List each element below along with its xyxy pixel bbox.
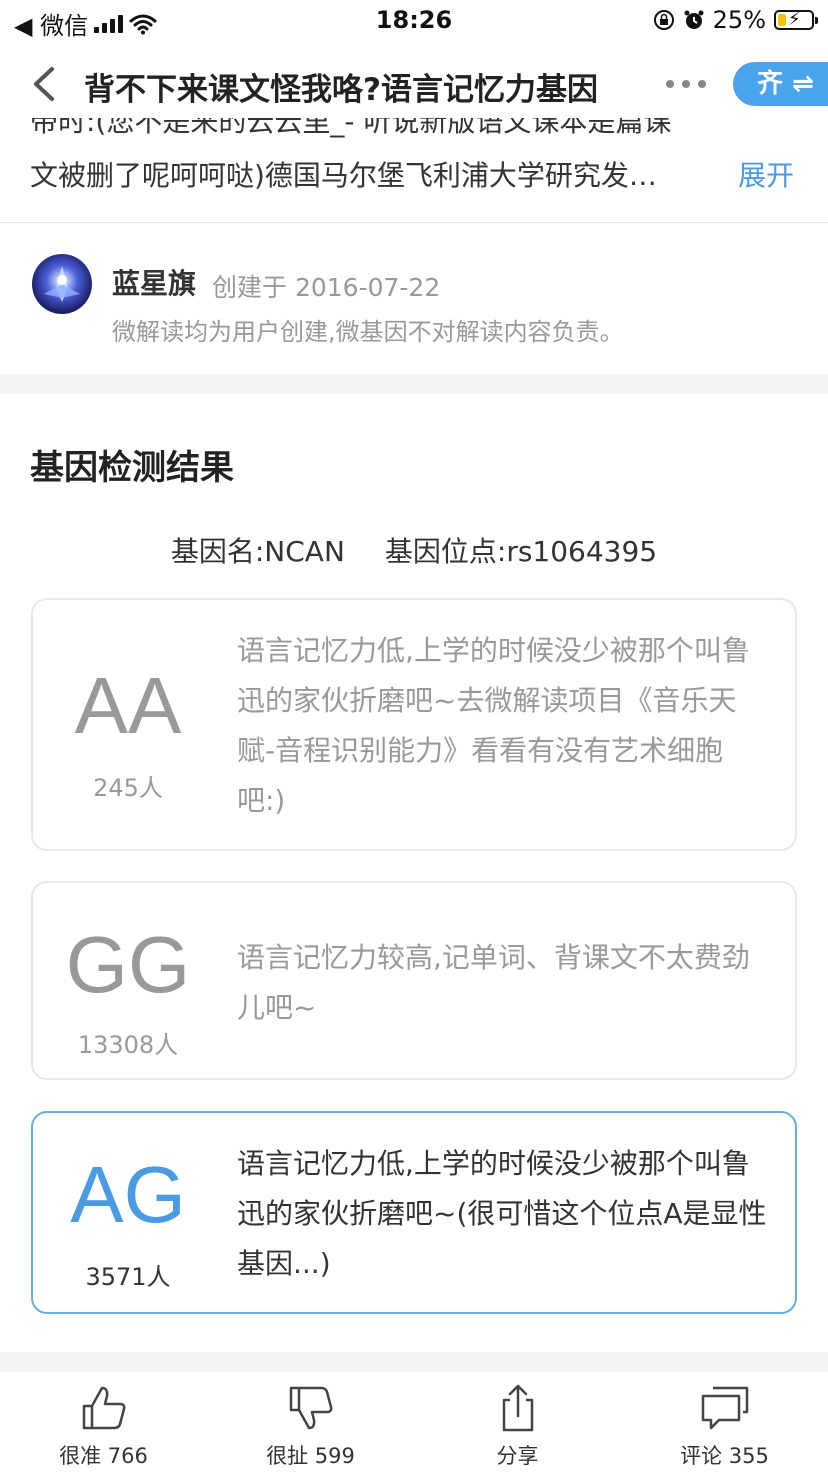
star-emblem-icon xyxy=(44,266,80,302)
disclaimer-text: 微解读均为用户创建,微基因不对解读内容负责。 xyxy=(112,318,624,346)
share-label: 分享 xyxy=(496,1444,539,1468)
expand-link[interactable]: 展开 xyxy=(738,154,794,194)
genotype-card-aa[interactable]: AA 245人 语言记忆力低,上学的时候没少被那个叫鲁迅的家伙折磨吧~去微解读项… xyxy=(31,598,797,851)
genotype-count: 3571人 xyxy=(85,1263,171,1291)
battery-percent: 25% xyxy=(712,6,766,34)
genotype-card-gg[interactable]: GG 13308人 语言记忆力较高,记单词、背课文不太费劲儿吧~ xyxy=(31,881,797,1080)
genotype-label: AA xyxy=(74,661,182,750)
battery-fill xyxy=(778,14,786,26)
section-separator xyxy=(0,374,828,394)
genotype-description: 语言记忆力低,上学的时候没少被那个叫鲁迅的家伙折磨吧~去微解读项目《音乐天赋-音… xyxy=(237,634,750,817)
section-separator xyxy=(0,1352,828,1372)
summary-line: 文被删了呢呵呵哒)德国马尔堡飞利浦大学研究发… xyxy=(30,159,657,192)
gene-name: 基因名:NCAN xyxy=(170,535,345,568)
qi-switch-button[interactable]: 齐 ⇌ xyxy=(733,62,828,106)
genotype-description: 语言记忆力低,上学的时候没少被那个叫鲁迅的家伙折磨吧~(很可惜这个位点A是显性基… xyxy=(237,1147,767,1280)
battery-icon: ⚡ xyxy=(774,9,818,30)
genotype-description: 语言记忆力较高,记单词、背课文不太费劲儿吧~ xyxy=(237,941,750,1024)
nav-bar: 背不下来课文怪我咯?语言记忆力基因 齐 ⇌ xyxy=(0,50,828,120)
like-label: 很准 766 xyxy=(59,1444,148,1468)
rotation-lock-icon xyxy=(653,10,674,30)
thumbs-up-icon xyxy=(82,1386,125,1430)
genotype-count: 13308人 xyxy=(77,1031,179,1059)
genotype-count: 245人 xyxy=(93,774,163,802)
gene-locus: 基因位点:rs1064395 xyxy=(384,535,658,568)
comment-button[interactable]: 评论 355 xyxy=(621,1372,828,1472)
status-right: 25% ⚡ xyxy=(653,6,818,34)
thumbs-down-icon xyxy=(289,1386,332,1430)
charging-bolt-icon: ⚡ xyxy=(788,9,801,30)
divider xyxy=(0,222,828,223)
genotype-card-ag-selected[interactable]: AG 3571人 语言记忆力低,上学的时候没少被那个叫鲁迅的家伙折磨吧~(很可惜… xyxy=(31,1111,797,1314)
back-arrow-icon[interactable] xyxy=(30,66,58,102)
bottom-action-bar: 很准 766 很扯 599 分享 评论 355 xyxy=(0,1372,828,1472)
status-bar: ◀ 微信 18:26 25% ⚡ xyxy=(0,0,828,44)
more-options-icon[interactable] xyxy=(666,80,706,88)
comment-label: 评论 355 xyxy=(680,1444,769,1468)
like-button[interactable]: 很准 766 xyxy=(0,1372,207,1472)
gene-info: 基因名:NCAN 基因位点:rs1064395 xyxy=(0,530,828,570)
results-section-title: 基因检测结果 xyxy=(30,448,234,488)
created-date: 创建于 2016-07-22 xyxy=(212,273,441,302)
dislike-label: 很扯 599 xyxy=(266,1444,355,1468)
dislike-button[interactable]: 很扯 599 xyxy=(207,1372,414,1472)
comment-icon xyxy=(701,1386,748,1430)
page-title: 背不下来课文怪我咯?语言记忆力基因 xyxy=(84,72,598,108)
share-icon xyxy=(502,1384,533,1432)
summary-cut-line: 带时:(您不是来的云云里_- 听说新版语文课本是篇课 xyxy=(30,118,672,138)
author-avatar[interactable] xyxy=(32,254,92,314)
genotype-label: GG xyxy=(65,920,191,1009)
author-name[interactable]: 蓝星旗 xyxy=(112,262,196,302)
share-button[interactable]: 分享 xyxy=(414,1372,621,1472)
genotype-label: AG xyxy=(70,1150,186,1239)
alarm-icon xyxy=(684,10,704,29)
summary-text: 带时:(您不是来的云云里_- 听说新版语文课本是篇课 文被删了呢呵呵哒)德国马尔… xyxy=(30,118,798,202)
